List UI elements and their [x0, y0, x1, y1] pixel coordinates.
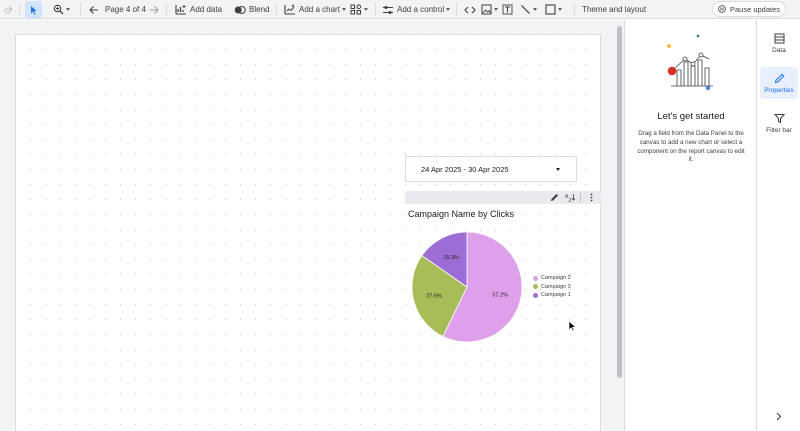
pie-data-label: 57.2% — [492, 293, 508, 299]
mouse-cursor-icon — [568, 320, 577, 332]
panel-title: Let's get started — [657, 111, 725, 122]
pie-chart[interactable]: 57.2% 27.5% 15.3% — [405, 221, 529, 345]
add-control-icon — [383, 5, 393, 14]
chevron-down-icon — [556, 168, 560, 171]
code-icon — [464, 6, 476, 13]
components-icon — [350, 4, 362, 15]
legend-item[interactable]: Campaign 1 — [533, 291, 571, 300]
zoom-icon — [53, 4, 64, 15]
zoom-button[interactable] — [53, 0, 70, 19]
previous-page-button[interactable] — [88, 0, 99, 19]
image-button[interactable] — [481, 0, 498, 19]
line-icon — [521, 5, 530, 14]
next-page-button[interactable] — [149, 0, 160, 19]
embed-url-button[interactable] — [464, 0, 476, 19]
community-visualizations-button[interactable] — [350, 0, 368, 19]
chevron-down-icon — [533, 8, 537, 11]
undo-button[interactable] — [4, 0, 14, 19]
chevron-down-icon — [341, 8, 346, 11]
chart-toolbar: AZ — [405, 191, 601, 204]
legend-item[interactable]: Campaign 3 — [533, 283, 571, 292]
pencil-icon — [550, 194, 558, 201]
chart-legend: Campaign 2 Campaign 3 Campaign 1 — [533, 274, 571, 300]
text-box-icon — [502, 4, 513, 15]
pie-data-label: 27.5% — [426, 294, 442, 300]
arrow-left-icon — [89, 5, 98, 14]
add-data-icon — [175, 5, 186, 15]
blend-button[interactable]: Blend — [234, 0, 269, 19]
toolbar: Page 4 of 4 Add data Blend Add a chart A… — [0, 0, 800, 19]
legend-swatch — [533, 292, 538, 298]
chevron-right-icon — [776, 412, 782, 421]
get-started-illustration-icon — [667, 34, 713, 91]
chevron-down-icon — [494, 8, 498, 11]
vertical-scrollbar[interactable] — [617, 26, 622, 378]
panel-description: Drag a field from the Data Panel to the … — [637, 130, 745, 164]
tab-filter-bar[interactable]: Filter bar — [760, 107, 798, 139]
tab-properties[interactable]: Properties — [760, 67, 798, 99]
blend-icon — [234, 5, 246, 14]
select-tool-button[interactable] — [25, 1, 42, 18]
pencil-icon — [774, 73, 784, 83]
shape-button[interactable] — [545, 0, 562, 19]
edit-chart-button[interactable] — [548, 192, 560, 204]
chart-title: Campaign Name by Clicks — [408, 209, 515, 219]
date-range-control[interactable]: 24 Apr 2025 - 30 Apr 2025 — [405, 156, 577, 182]
add-chart-icon — [284, 4, 295, 15]
filter-icon — [773, 113, 785, 123]
line-button[interactable] — [520, 0, 537, 19]
cursor-icon — [31, 5, 37, 14]
pie-data-label: 15.3% — [443, 255, 459, 261]
side-tab-bar: Data Properties Filter bar — [756, 20, 800, 431]
redo-arrow-icon — [4, 5, 13, 13]
table-icon — [774, 33, 784, 43]
add-data-button[interactable]: Add data — [175, 0, 222, 19]
more-vert-icon — [590, 193, 592, 202]
add-control-button[interactable]: Add a control — [382, 0, 451, 19]
legend-label: Campaign 2 — [541, 275, 571, 282]
legend-label: Campaign 3 — [541, 283, 571, 290]
properties-panel: Let's get started Drag a field from the … — [624, 20, 756, 431]
chevron-down-icon — [446, 8, 451, 11]
chevron-down-icon — [558, 8, 562, 11]
collapse-panel-button[interactable] — [775, 408, 782, 426]
svg-text:Z: Z — [568, 198, 571, 202]
sort-button[interactable]: AZ — [564, 192, 576, 204]
chevron-down-icon — [364, 8, 368, 11]
legend-swatch — [533, 275, 538, 281]
more-options-button[interactable] — [585, 192, 597, 204]
pause-updates-button[interactable]: Pause updates — [712, 1, 786, 17]
date-range-value: 24 Apr 2025 - 30 Apr 2025 — [421, 164, 509, 174]
legend-swatch — [533, 284, 538, 290]
legend-item[interactable]: Campaign 2 — [533, 274, 571, 283]
text-button[interactable] — [502, 0, 513, 19]
chevron-down-icon — [66, 8, 70, 11]
sort-az-icon: AZ — [565, 194, 575, 202]
arrow-right-icon — [150, 5, 159, 14]
theme-and-layout-button[interactable]: Theme and layout — [582, 0, 646, 19]
page-indicator[interactable]: Page 4 of 4 — [105, 0, 146, 19]
add-chart-button[interactable]: Add a chart — [284, 0, 346, 19]
tab-data[interactable]: Data — [760, 27, 798, 59]
legend-label: Campaign 1 — [541, 292, 571, 299]
image-icon — [481, 4, 492, 15]
rectangle-icon — [545, 4, 556, 15]
pause-icon — [718, 5, 726, 13]
